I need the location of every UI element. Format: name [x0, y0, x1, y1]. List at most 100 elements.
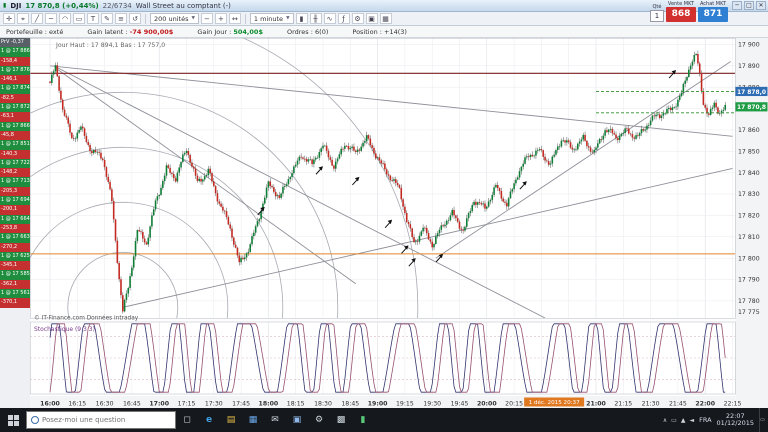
pencil-icon[interactable]: ✎	[101, 13, 113, 24]
close-button[interactable]: ✕	[756, 1, 766, 10]
ladder-position-row[interactable]: 1 @ 17 713,0	[0, 177, 30, 187]
start-button[interactable]	[0, 408, 26, 432]
tray-expand-icon[interactable]: ∧	[663, 417, 667, 424]
undo-icon[interactable]: ↺	[129, 13, 141, 24]
ladder-pnl-row[interactable]: -205,3	[0, 186, 30, 197]
sell-button[interactable]: 868	[666, 7, 696, 22]
svg-text:21:15: 21:15	[614, 401, 632, 408]
calculator-icon[interactable]: ▩	[330, 408, 352, 432]
ladder-position-row[interactable]: 1 @ 17 872,2	[0, 103, 30, 113]
indicator-icon[interactable]: ƒ	[337, 13, 350, 24]
ladder-position-row[interactable]: 1 @ 17 585,3	[0, 270, 30, 280]
ladder-position-row[interactable]: 1 @ 17 866,4	[0, 121, 30, 131]
svg-text:17 870,8: 17 870,8	[737, 105, 766, 111]
ladder-pnl-row[interactable]: -345,1	[0, 261, 30, 271]
ladder-pnl-row[interactable]: -370,1	[0, 298, 30, 308]
quantity-control[interactable]: Qté 1	[650, 4, 664, 22]
network-icon[interactable]: ▲	[681, 417, 686, 424]
linechart-icon[interactable]: ∿	[323, 13, 336, 24]
ladder-position-row[interactable]: 1 @ 17 625,3	[0, 251, 30, 262]
buy-button[interactable]: 871	[698, 7, 728, 22]
fibonacci-icon[interactable]: ≡	[115, 13, 127, 24]
ladder-pnl-row[interactable]: -63,1	[0, 112, 30, 122]
ladder-pnl-row[interactable]: -82,5	[0, 93, 30, 104]
notification-center-icon[interactable]: ▭	[759, 408, 765, 432]
ladder-position-row[interactable]: 1 @ 17 851,1	[0, 140, 30, 150]
svg-text:18:00: 18:00	[259, 401, 279, 408]
horizontal-line-icon[interactable]: ─	[45, 13, 57, 24]
minimize-button[interactable]: ─	[732, 1, 742, 10]
ladder-pnl-row[interactable]: -270,2	[0, 242, 30, 252]
barchart-icon[interactable]: ╫	[309, 13, 322, 24]
trendline-icon[interactable]: ╱	[31, 13, 43, 24]
svg-text:17 820: 17 820	[738, 213, 760, 220]
units-dropdown[interactable]: 200 unités ▼	[150, 13, 199, 24]
cursor-icon[interactable]: ✛	[3, 13, 15, 24]
ladder-position-row[interactable]: 1 @ 17 694,2	[0, 196, 30, 206]
ladder-pnl-row[interactable]: -200,1	[0, 205, 30, 215]
ladder-header-row[interactable]: PrV -0,37	[0, 38, 30, 48]
store-icon[interactable]: ▦	[242, 408, 264, 432]
window-icon[interactable]: ▦	[379, 13, 392, 24]
pan-icon[interactable]: ↔	[228, 13, 241, 24]
ladder-pnl-row[interactable]: -45,8	[0, 130, 30, 141]
svg-text:17 780: 17 780	[738, 298, 760, 305]
zoom-out-icon[interactable]: −	[200, 13, 213, 24]
zoom-in-icon[interactable]: +	[214, 13, 227, 24]
ladder-pnl-row[interactable]: -146,1	[0, 75, 30, 85]
chart-style-group: ▮ ╫ ∿ ƒ ⚙ ▣ ▦	[295, 13, 392, 24]
search-input[interactable]	[42, 416, 162, 424]
price-chart[interactable]: 17 90017 89017 88017 87017 86017 85017 8…	[30, 38, 768, 408]
svg-text:17 878,0: 17 878,0	[737, 90, 766, 96]
ladder-position-row[interactable]: 1 @ 17 722,1	[0, 158, 30, 169]
ladder-pnl-row[interactable]: -140,3	[0, 149, 30, 159]
volume-icon[interactable]: ◄	[689, 417, 694, 424]
language-indicator[interactable]: FRA	[699, 416, 711, 424]
clock-date: 01/12/2015	[716, 419, 754, 427]
chart-canvas: 17 90017 89017 88017 87017 86017 85017 8…	[30, 38, 768, 408]
svg-text:17 900: 17 900	[738, 42, 760, 49]
maximize-button[interactable]: □	[744, 1, 754, 10]
settings-icon[interactable]: ⚙	[308, 408, 330, 432]
svg-text:17:30: 17:30	[205, 401, 223, 408]
edge-icon[interactable]: e	[198, 408, 220, 432]
candlestick-icon[interactable]: ▮	[295, 13, 308, 24]
svg-text:17 860: 17 860	[738, 127, 760, 134]
taskbar-clock[interactable]: 22:07 01/12/2015	[716, 412, 754, 428]
rectangle-icon[interactable]: ▭	[73, 13, 85, 24]
instrument-volume: 22/6734	[102, 1, 132, 10]
ladder-position-row[interactable]: 1 @ 17 664,4	[0, 214, 30, 224]
svg-text:20:00: 20:00	[477, 401, 497, 408]
photos-icon[interactable]: ▣	[286, 408, 308, 432]
snapshot-icon[interactable]: ▣	[365, 13, 378, 24]
ladder-pnl-row[interactable]: -362,1	[0, 279, 30, 290]
ladder-pnl-row[interactable]: -158,4	[0, 56, 30, 66]
explorer-icon[interactable]: ▤	[220, 408, 242, 432]
ladder-pnl-row[interactable]: -148,2	[0, 168, 30, 178]
battery-icon[interactable]: ▭	[671, 417, 677, 424]
cortana-icon	[31, 416, 39, 424]
settings-icon[interactable]: ⚙	[351, 13, 364, 24]
ladder-position-row[interactable]: 1 @ 17 886,0	[0, 47, 30, 57]
orders-label: Ordres :	[286, 27, 313, 36]
stochastic-label: Stochastique (9 3 3)	[34, 326, 95, 333]
ladder-position-row[interactable]: 1 @ 17 561,7	[0, 289, 30, 299]
ladder-position-row[interactable]: 1 @ 17 874,9	[0, 84, 30, 94]
arc-icon[interactable]: ◠	[59, 13, 71, 24]
trading-app-icon[interactable]: ▮	[352, 408, 374, 432]
crosshair-icon[interactable]: ⌖	[17, 13, 29, 24]
ladder-pnl-row[interactable]: -253,8	[0, 223, 30, 234]
mail-icon[interactable]: ✉	[264, 408, 286, 432]
zoom-tools-group: − + ↔	[200, 13, 241, 24]
instrument-symbol: DJI	[10, 1, 22, 10]
timeframe-dropdown[interactable]: 1 minute ▼	[249, 13, 294, 24]
text-icon[interactable]: T	[87, 13, 99, 24]
copyright-text: © IT-Finance.com Données intraday	[34, 315, 139, 322]
task-view-icon[interactable]: ◻	[176, 415, 198, 425]
svg-text:16:15: 16:15	[68, 401, 86, 408]
ladder-position-row[interactable]: 1 @ 17 663,6	[0, 233, 30, 243]
ladder-position-row[interactable]: 1 @ 17 876,7	[0, 65, 30, 76]
quantity-value[interactable]: 1	[650, 10, 664, 22]
taskbar-search[interactable]	[26, 411, 176, 429]
svg-text:16:30: 16:30	[96, 401, 114, 408]
